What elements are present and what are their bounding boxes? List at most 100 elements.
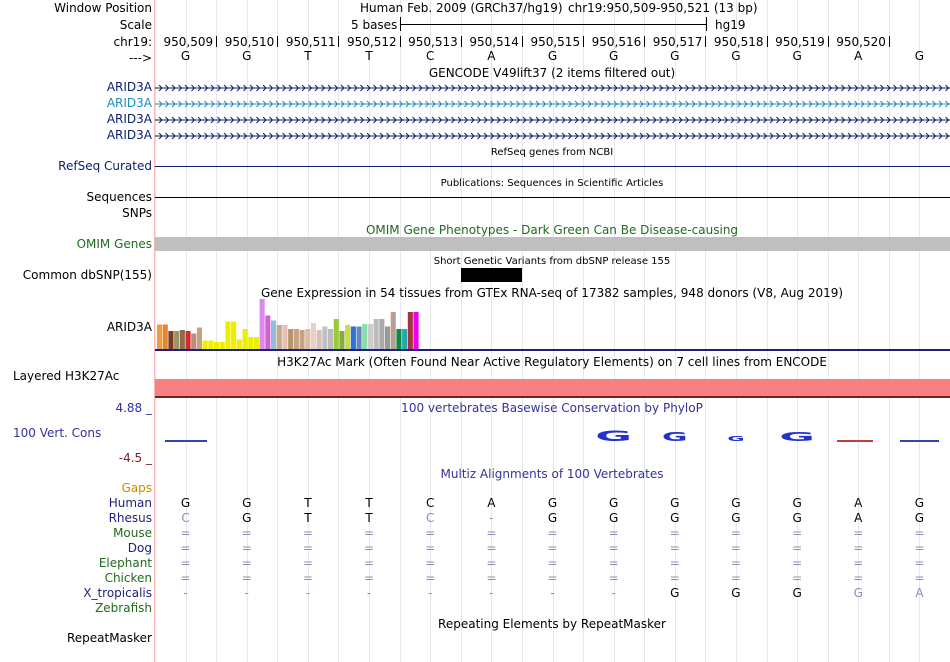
alignment-base: = — [792, 526, 803, 540]
dbsnp-variant-box[interactable] — [461, 268, 522, 282]
refseq-track-line[interactable] — [155, 166, 950, 167]
base-letter: T — [304, 49, 312, 63]
cons-logo-track[interactable]: GGGG — [155, 418, 950, 458]
gencode-gene-label-1[interactable]: ARID3A — [0, 80, 152, 94]
omim-label[interactable]: OMIM Genes — [0, 237, 152, 251]
species-label: Zebrafish — [95, 601, 152, 615]
gtex-tissue-bar — [265, 315, 271, 349]
gencode-gene-label-4[interactable]: ARID3A — [0, 128, 152, 142]
strand-label: ---> — [128, 51, 152, 65]
scale-bar-text: 5 bases — [351, 18, 398, 32]
alignment-base: - — [489, 511, 494, 525]
publications-track-line[interactable] — [155, 197, 950, 198]
gtex-tissue-bar — [367, 324, 373, 349]
gtex-tissue-bar — [310, 323, 316, 349]
species-label: Dog — [127, 541, 152, 555]
dbsnp-label[interactable]: Common dbSNP(155) — [0, 268, 152, 282]
alignment-base: G — [608, 511, 619, 525]
publications-label[interactable]: Sequences — [0, 190, 152, 204]
alignment-base: = — [669, 526, 680, 540]
refseq-label[interactable]: RefSeq Curated — [0, 159, 152, 173]
alignment-base: C — [425, 511, 435, 525]
base-letter: G — [792, 49, 802, 63]
gtex-tissue-bar — [345, 325, 351, 349]
track-labels: Window Position Scale chr19: ---> ARID3A… — [0, 0, 155, 662]
alignment-base: = — [547, 526, 558, 540]
alignment-base: = — [669, 541, 680, 555]
gtex-tissue-bar — [402, 329, 408, 349]
gencode-gene-label-2[interactable]: ARID3A — [0, 96, 152, 110]
gencode-gene-label-3[interactable]: ARID3A — [0, 112, 152, 126]
alignment-base: G — [792, 586, 802, 600]
alignment-base: G — [242, 511, 252, 525]
alignment-base: G — [670, 496, 680, 510]
ruler-position: 950,511 — [285, 35, 336, 49]
base-letter: G — [547, 49, 558, 63]
alignment-base: G — [242, 496, 252, 510]
alignment-base: T — [304, 496, 312, 510]
alignment-base: = — [608, 571, 619, 585]
alignment-base: = — [608, 541, 619, 555]
gtex-tissue-bar — [322, 326, 328, 349]
alignment-base: = — [914, 526, 925, 540]
gtex-label[interactable]: ARID3A — [0, 320, 152, 334]
gtex-tissue-bar — [362, 324, 368, 349]
alignment-base: = — [425, 556, 436, 570]
gencode-gene-tracks[interactable] — [155, 80, 950, 140]
ruler-tick — [827, 36, 829, 47]
omim-track-bar[interactable] — [155, 237, 950, 251]
alignment-base: = — [547, 541, 558, 555]
alignment-base: = — [914, 541, 925, 555]
gtex-tissue-bar — [379, 319, 385, 349]
alignment-base: - — [366, 586, 372, 600]
repeatmasker-label[interactable]: RepeatMasker — [0, 631, 152, 645]
alignment-base: A — [915, 586, 924, 600]
gtex-tissue-bar — [248, 337, 254, 349]
gtex-tissue-bar — [282, 325, 288, 349]
gtex-tissue-bar — [299, 330, 305, 349]
gtex-tissue-bar — [396, 329, 402, 349]
alignment-base: = — [180, 556, 191, 570]
species-label: Human — [108, 496, 152, 510]
alignment-base: = — [241, 571, 252, 585]
gtex-tissue-bar — [328, 329, 334, 349]
cons-label[interactable]: 100 Vert. Cons — [13, 426, 165, 440]
alignment-base: = — [302, 571, 313, 585]
gtex-tissue-bar — [202, 340, 208, 349]
alignment-base: G — [792, 511, 802, 525]
alignment-base: = — [792, 571, 803, 585]
alignment-base: - — [550, 586, 555, 600]
alignment-base: = — [180, 526, 191, 540]
alignment-base: = — [425, 526, 436, 540]
scale-bar — [400, 24, 706, 25]
alignment-base: G — [670, 511, 680, 525]
h3k27ac-label[interactable]: Layered H3K27Ac — [13, 369, 165, 383]
alignment-base: G — [914, 496, 925, 510]
gtex-title: Gene Expression in 54 tissues from GTEx … — [260, 286, 844, 300]
alignment-base: - — [244, 586, 249, 600]
alignment-base: A — [487, 496, 496, 510]
ruler-position: 950,515 — [530, 35, 581, 49]
cons-title: 100 vertebrates Basewise Conservation by… — [401, 401, 703, 415]
species-label: Chicken — [104, 571, 152, 585]
gtex-tissue-bar — [373, 319, 379, 349]
alignment-base: = — [425, 571, 436, 585]
snps-label[interactable]: SNPs — [0, 206, 152, 220]
h3k27ac-signal[interactable] — [155, 379, 950, 396]
alignment-base: C — [181, 511, 190, 525]
browser-image[interactable]: Human Feb. 2009 (GRCh37/hg19) chr19:950,… — [155, 0, 950, 662]
alignment-base: G — [792, 496, 802, 510]
gtex-tissue-bar — [157, 324, 163, 349]
alignment-base: - — [428, 586, 433, 600]
ruler-position: 950,513 — [408, 35, 458, 49]
gtex-tissue-bar — [225, 321, 231, 349]
cons-ymax: 4.88 _ — [115, 401, 152, 415]
alignment-base: G — [731, 496, 741, 510]
alignment-base: = — [792, 541, 803, 555]
ruler-tick — [644, 36, 646, 47]
gtex-expression-bars[interactable] — [155, 299, 950, 351]
base-letter: G — [180, 49, 191, 63]
gtex-tissue-bar — [236, 339, 242, 349]
ruler-position: 950,519 — [775, 35, 825, 49]
window-position-label: Window Position — [54, 1, 152, 15]
